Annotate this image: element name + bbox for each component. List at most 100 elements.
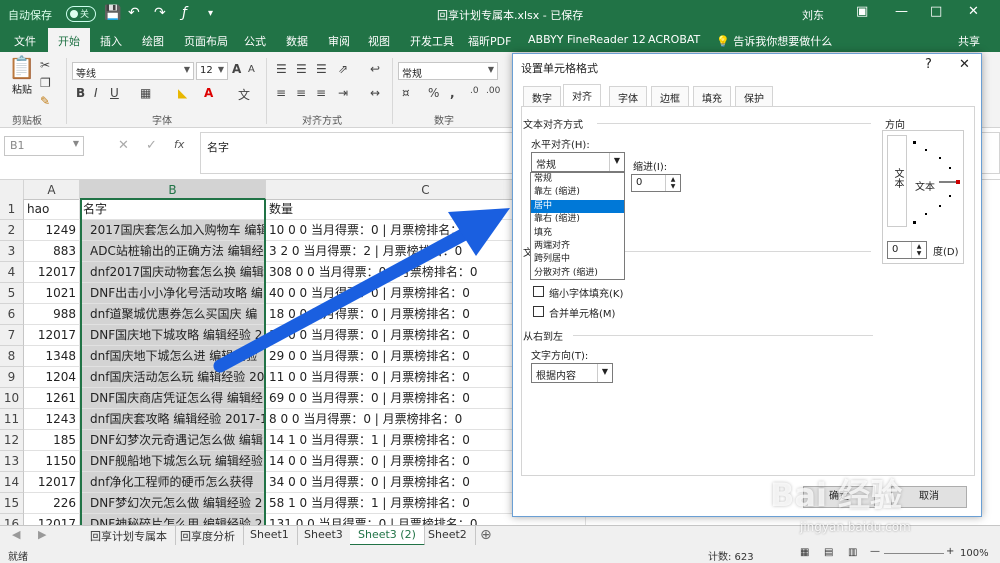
copy-icon[interactable]: ❐	[40, 76, 51, 90]
text-direction-select[interactable]: 根据内容 ▼	[531, 363, 613, 383]
row-header[interactable]: 15	[0, 493, 24, 514]
scroll-left-icon[interactable]: ◀	[12, 528, 20, 541]
save-icon[interactable]: 💾	[104, 5, 121, 21]
underline-button[interactable]: U	[110, 86, 119, 100]
border-icon[interactable]: ▦	[140, 86, 151, 100]
zoom-in-icon[interactable]: +	[946, 546, 954, 557]
orientation-icon[interactable]: ⇗	[338, 62, 348, 76]
tab-review[interactable]: 审阅	[328, 33, 350, 49]
percent-button[interactable]: %	[428, 86, 439, 100]
align-center-icon[interactable]: ≡	[296, 86, 306, 100]
minimize-icon[interactable]: —	[895, 4, 908, 19]
sheet-tab-active[interactable]: Sheet3 (2)	[350, 526, 425, 546]
currency-icon[interactable]: ¤	[402, 86, 410, 100]
tab-acrobat[interactable]: ACROBAT	[648, 33, 700, 46]
close-dialog-button[interactable]: ✕	[959, 57, 970, 72]
cell-a[interactable]: 1261	[24, 388, 80, 409]
spinner-icon[interactable]: ▲ ▼	[665, 175, 680, 191]
row-header[interactable]: 2	[0, 220, 24, 241]
cell-b[interactable]: dnf净化工程师的硬币怎么获得	[80, 472, 266, 493]
cell-b[interactable]: dnf2017国庆动物套怎么换 编辑	[80, 262, 266, 283]
zoom-slider[interactable]	[884, 553, 944, 554]
tab-alignment[interactable]: 对齐	[563, 84, 601, 107]
close-window-icon[interactable]: ✕	[968, 4, 979, 19]
row-header[interactable]: 4	[0, 262, 24, 283]
wrap-text-icon[interactable]: ↩	[370, 62, 380, 76]
share-button[interactable]: 共享	[958, 33, 980, 49]
dropdown-item-justify[interactable]: 两端对齐	[531, 240, 624, 253]
spinner-icon[interactable]: ▲ ▼	[911, 242, 926, 258]
dropdown-item-distributed[interactable]: 分散对齐 (缩进)	[531, 267, 624, 280]
tab-view[interactable]: 视图	[368, 33, 390, 49]
degrees-input[interactable]: 0 ▲ ▼	[887, 241, 927, 259]
cancel-button[interactable]: 取消	[891, 486, 967, 508]
decrease-decimal-icon[interactable]: .00	[486, 86, 500, 96]
row-header[interactable]: 14	[0, 472, 24, 493]
redo-icon[interactable]: ↷	[154, 5, 166, 21]
user-name[interactable]: 刘东	[802, 7, 824, 23]
cell-a[interactable]: hao	[24, 199, 80, 220]
cell-a[interactable]: 226	[24, 493, 80, 514]
format-painter-icon[interactable]: ✎	[40, 94, 50, 108]
row-header[interactable]: 1	[0, 199, 24, 220]
cell-b[interactable]: 2017国庆套怎么加入购物车 编辑	[80, 220, 266, 241]
cut-icon[interactable]: ✂	[40, 58, 50, 72]
help-button[interactable]: ?	[925, 57, 932, 72]
cell-b[interactable]: DNF梦幻次元怎么做 编辑经验 2	[80, 493, 266, 514]
sheet-tab[interactable]: Sheet3	[296, 526, 352, 546]
cell-b[interactable]: dnf道聚城优惠券怎么买国庆 编	[80, 304, 266, 325]
row-header[interactable]: 7	[0, 325, 24, 346]
row-header[interactable]: 12	[0, 430, 24, 451]
comma-button[interactable]: ,	[450, 86, 455, 100]
cell-a[interactable]: 1348	[24, 346, 80, 367]
dropdown-item-right[interactable]: 靠右 (缩进)	[531, 213, 624, 226]
cell-a[interactable]: 883	[24, 241, 80, 262]
confirm-entry-icon[interactable]: ✓	[146, 138, 157, 153]
zoom-level[interactable]: 100%	[960, 548, 989, 559]
sheet-tab[interactable]: Sheet1	[242, 526, 298, 546]
increase-font-icon[interactable]: A	[232, 62, 241, 76]
shrink-to-fit-checkbox[interactable]	[533, 286, 544, 297]
bold-button[interactable]: B	[76, 86, 85, 100]
font-size-select[interactable]: 12 ▼	[196, 62, 228, 80]
cell-b[interactable]: ADC站桩输出的正确方法 编辑经	[80, 241, 266, 262]
tab-border[interactable]: 边框	[651, 86, 689, 106]
vertical-text-button[interactable]: 文本	[887, 135, 907, 227]
cell-b[interactable]: dnf国庆套攻略 编辑经验 2017-1	[80, 409, 266, 430]
tab-insert[interactable]: 插入	[100, 33, 122, 49]
number-format-select[interactable]: 常规 ▼	[398, 62, 498, 80]
merge-cells-checkbox[interactable]	[533, 306, 544, 317]
dropdown-item-general[interactable]: 常规	[531, 173, 624, 186]
dropdown-item-center-across[interactable]: 跨列居中	[531, 253, 624, 266]
row-header[interactable]: 5	[0, 283, 24, 304]
insert-function-button[interactable]: fx	[174, 138, 184, 151]
tab-protection[interactable]: 保护	[735, 86, 773, 106]
normal-view-icon[interactable]: ▦	[800, 547, 809, 558]
fx-icon[interactable]: ƒ	[182, 5, 187, 21]
page-layout-view-icon[interactable]: ▤	[824, 547, 833, 558]
column-header-a[interactable]: A	[24, 180, 80, 200]
tab-abbyy[interactable]: ABBYY FineReader 12	[528, 33, 646, 46]
cell-a[interactable]: 1150	[24, 451, 80, 472]
font-name-select[interactable]: 等线 ▼	[72, 62, 194, 80]
scroll-right-icon[interactable]: ▶	[38, 528, 46, 541]
cell-b[interactable]: dnf国庆活动怎么玩 编辑经验 20	[80, 367, 266, 388]
select-all-corner[interactable]	[0, 180, 24, 200]
tab-data[interactable]: 数据	[286, 33, 308, 49]
decrease-font-icon[interactable]: A	[248, 64, 255, 75]
sheet-tab[interactable]: 回享度分析	[172, 526, 244, 546]
row-header[interactable]: 3	[0, 241, 24, 262]
tab-number[interactable]: 数字	[523, 86, 561, 106]
ribbon-display-icon[interactable]: ▣	[856, 4, 868, 19]
row-header[interactable]: 13	[0, 451, 24, 472]
tab-formulas[interactable]: 公式	[244, 33, 266, 49]
font-color-button[interactable]: A	[204, 86, 213, 100]
maximize-icon[interactable]: □	[930, 4, 942, 19]
column-header-b[interactable]: B	[80, 180, 266, 200]
indent-icon[interactable]: ⇥	[338, 86, 348, 100]
cell-a[interactable]: 1021	[24, 283, 80, 304]
align-right-icon[interactable]: ≡	[316, 86, 326, 100]
fill-color-icon[interactable]: ◣	[178, 86, 187, 100]
cancel-entry-icon[interactable]: ✕	[118, 138, 129, 153]
tab-home[interactable]: 开始	[48, 28, 90, 52]
